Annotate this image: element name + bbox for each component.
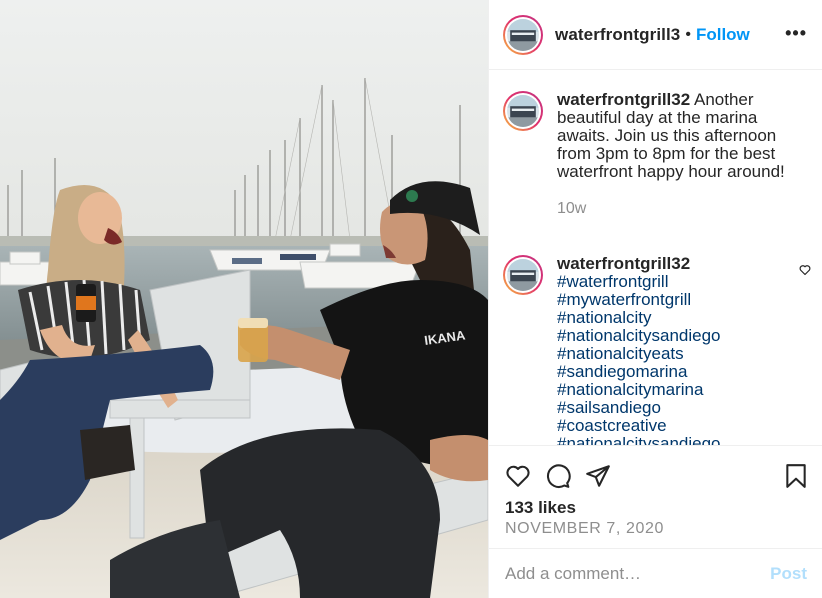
more-options-icon[interactable]: ••• [785,24,807,42]
heart-icon[interactable] [505,463,531,489]
hashtag-list: #waterfrontgrill #mywaterfrontgrill #nat… [557,273,807,446]
hashtag-link[interactable]: #sandiegomarina [557,363,807,381]
hashtag-comment-avatar[interactable] [503,255,543,295]
post-photo[interactable]: IKANA [0,0,488,598]
hashtag-link[interactable]: #nationalcitysandiego [557,435,807,446]
share-icon[interactable] [585,463,611,489]
comment-icon[interactable] [545,463,571,489]
comment-like-heart-icon[interactable] [799,264,811,276]
post-actions: 133 likes NOVEMBER 7, 2020 [489,445,822,548]
header-username[interactable]: waterfrontgrill3 [555,25,680,45]
caption-comment: waterfrontgrill32 Another beautiful day … [503,91,807,218]
caption-timestamp[interactable]: 10w [557,200,807,218]
post-date[interactable]: NOVEMBER 7, 2020 [505,520,664,538]
likes-count[interactable]: 133 likes [505,498,576,518]
restaurant-logo-icon [507,18,539,51]
post-details-panel: waterfrontgrill3 • Follow ••• waterfront… [488,0,822,598]
comment-input[interactable] [505,563,755,585]
restaurant-logo-icon [507,259,539,291]
caption-username[interactable]: waterfrontgrill32 [557,90,690,109]
separator-dot: • [685,25,691,43]
hashtag-link[interactable]: #nationalcity [557,309,807,327]
follow-button[interactable]: Follow [696,25,750,45]
bookmark-icon[interactable] [783,463,809,489]
hashtag-comment-text: waterfrontgrill32 #waterfrontgrill #mywa… [557,254,807,446]
profile-avatar[interactable] [503,14,543,55]
restaurant-logo-icon [507,95,539,127]
post-header: waterfrontgrill3 • Follow ••• [489,0,822,70]
hashtag-link[interactable]: #sailsandiego [557,399,807,417]
hashtag-link[interactable]: #waterfrontgrill [557,273,807,291]
hashtag-link[interactable]: #nationalcitymarina [557,381,807,399]
marina-photo: IKANA [0,0,488,598]
hashtag-link[interactable]: #coastcreative [557,417,807,435]
hashtag-comment: waterfrontgrill32 #waterfrontgrill #mywa… [503,255,807,445]
add-comment-bar: Post [489,548,822,598]
caption-text-block: waterfrontgrill32 Another beautiful day … [557,91,807,218]
hashtag-link[interactable]: #nationalcitysandiego [557,327,807,345]
hashtag-link[interactable]: #mywaterfrontgrill [557,291,807,309]
hashtag-comment-username[interactable]: waterfrontgrill32 [557,254,690,273]
post-comment-button[interactable]: Post [770,564,807,584]
hashtag-link[interactable]: #nationalcityeats [557,345,807,363]
caption-avatar[interactable] [503,91,543,131]
comments-section[interactable]: waterfrontgrill32 Another beautiful day … [489,71,822,445]
